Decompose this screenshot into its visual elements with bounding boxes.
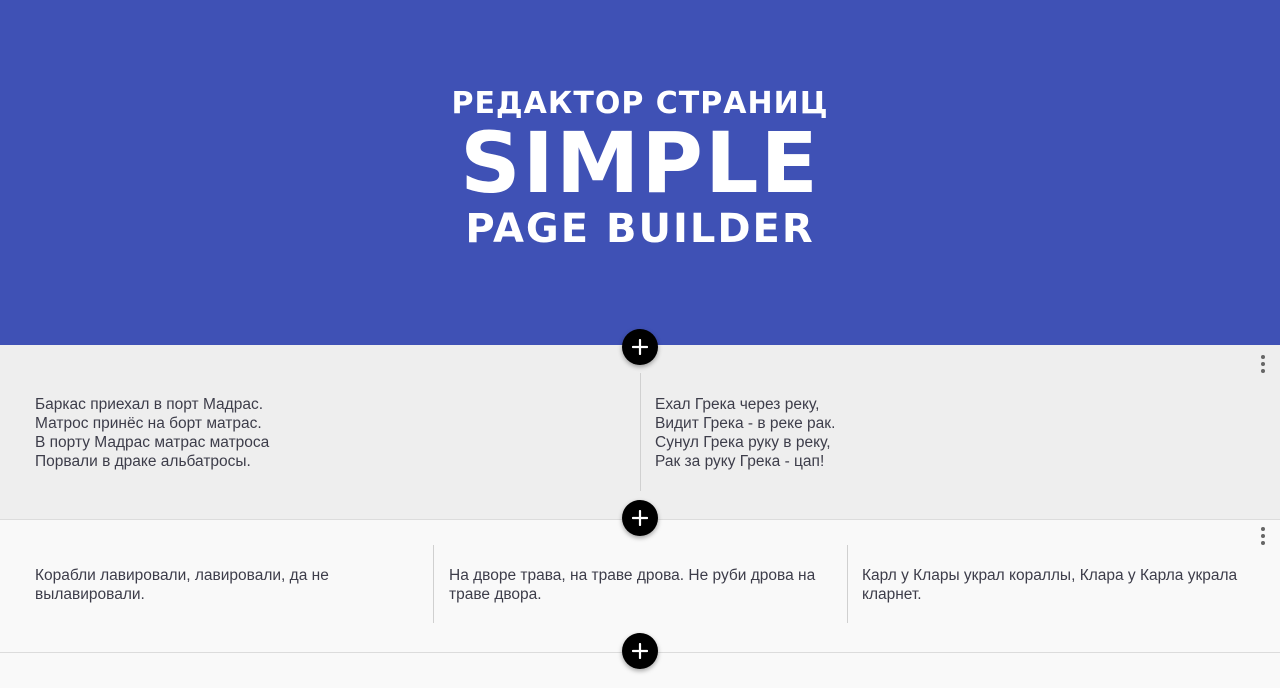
text-line: Баркас приехал в порт Мадрас. bbox=[35, 396, 263, 413]
text-paragraph: На дворе трава, на траве дрова. Не руби … bbox=[449, 567, 816, 603]
row2-column-1[interactable]: Корабли лавировали, лавировали, да не вы… bbox=[35, 566, 415, 604]
plus-icon bbox=[632, 643, 648, 659]
text-paragraph: Корабли лавировали, лавировали, да не вы… bbox=[35, 567, 329, 603]
hero-banner: РЕДАКТОР СТРАНИЦ SIMPLE PAGE BUILDER bbox=[0, 0, 1280, 345]
text-line: Матрос принёс на борт матрас. bbox=[35, 415, 262, 432]
column-divider bbox=[640, 373, 641, 491]
add-row-button[interactable] bbox=[622, 633, 658, 669]
hero-title-secondary: PAGE BUILDER bbox=[465, 205, 815, 252]
text-line: В порту Мадрас матрас матроса bbox=[35, 434, 270, 451]
add-row-button[interactable] bbox=[622, 329, 658, 365]
plus-icon bbox=[632, 339, 648, 355]
text-line: Видит Грека - в реке рак. bbox=[655, 415, 836, 432]
more-vert-icon[interactable] bbox=[1255, 353, 1271, 375]
row1-column-2[interactable]: Ехал Грека через реку, Видит Грека - в р… bbox=[655, 395, 1235, 471]
row2-column-2[interactable]: На дворе трава, на траве дрова. Не руби … bbox=[449, 566, 834, 604]
text-paragraph: Карл у Клары украл кораллы, Клара у Карл… bbox=[862, 567, 1238, 603]
text-line: Сунул Грека руку в реку, bbox=[655, 434, 831, 451]
row2-column-3[interactable]: Карл у Клары украл кораллы, Клара у Карл… bbox=[862, 566, 1247, 604]
column-divider bbox=[433, 545, 434, 623]
content-row-1: Баркас приехал в порт Мадрас. Матрос при… bbox=[0, 345, 1280, 520]
plus-icon bbox=[632, 510, 648, 526]
text-line: Рак за руку Грека - цап! bbox=[655, 453, 825, 470]
hero-title-main: SIMPLE bbox=[460, 113, 820, 212]
text-line: Ехал Грека через реку, bbox=[655, 396, 820, 413]
more-vert-icon[interactable] bbox=[1255, 525, 1271, 547]
text-line: Порвали в драке альбатросы. bbox=[35, 453, 251, 470]
column-divider bbox=[847, 545, 848, 623]
hero-title: РЕДАКТОР СТРАНИЦ SIMPLE PAGE BUILDER bbox=[451, 88, 828, 252]
add-row-button[interactable] bbox=[622, 500, 658, 536]
row1-column-1[interactable]: Баркас приехал в порт Мадрас. Матрос при… bbox=[35, 395, 615, 471]
